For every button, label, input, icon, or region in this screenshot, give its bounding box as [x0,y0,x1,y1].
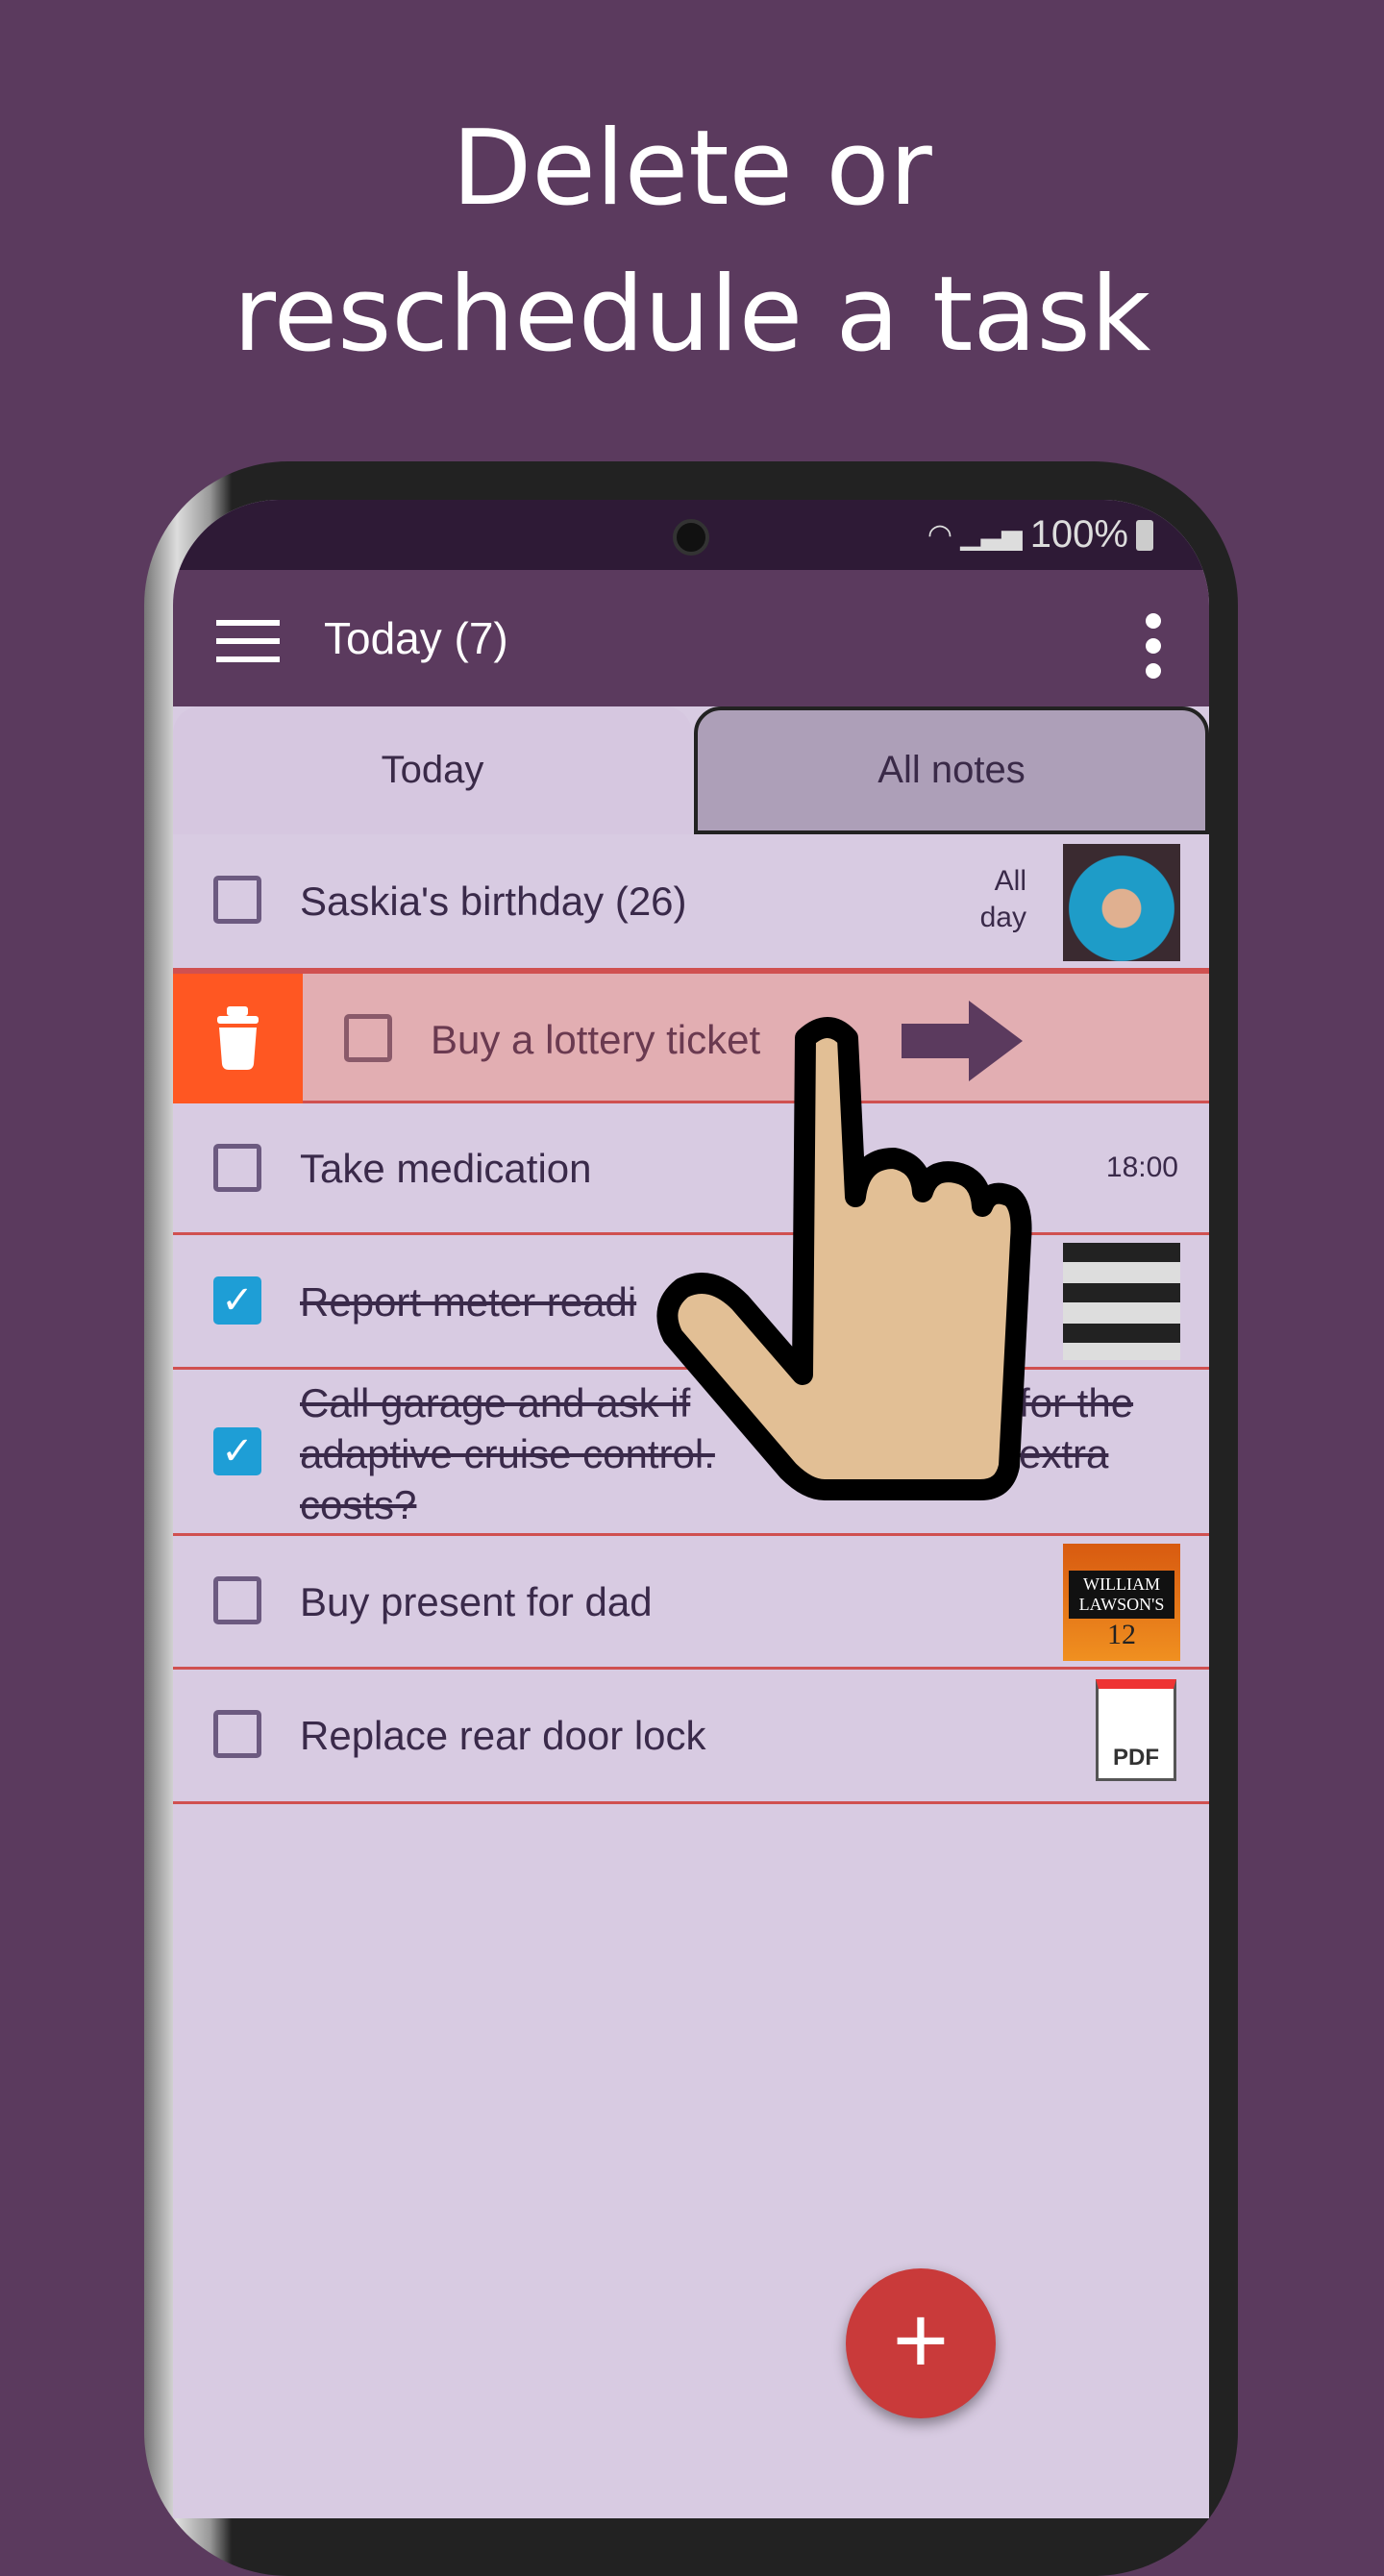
task-text-line1a: Call garage and ask if [300,1380,691,1425]
task-time: 18:00 [1105,1152,1178,1183]
whisky-photo-thumbnail[interactable]: WILLIAM LAWSON'S 12 [1063,1544,1180,1661]
task-row[interactable]: ✓ Call garage and ask if for the adaptiv… [173,1370,1209,1536]
add-icon: + [892,2287,950,2394]
task-text: Buy a lottery ticket [431,1017,761,1062]
tab-all-notes[interactable]: All notes [694,706,1209,834]
pdf-icon[interactable]: PDF [1096,1679,1176,1781]
task-text: Buy present for dad [300,1579,653,1624]
hamburger-icon[interactable] [216,620,280,662]
wifi-icon: ◠ [927,519,953,551]
task-time: All day [979,865,1026,933]
arrow-right-icon[interactable] [902,1001,1023,1081]
task-row[interactable]: Buy present for dad WILLIAM LAWSON'S 12 [173,1536,1209,1670]
add-task-button[interactable]: + [846,2268,996,2418]
task-text-line2a: adaptive cruise control. [300,1431,715,1476]
status-bar: ◠ ▁▃▅ 100% [173,500,1209,570]
app-title: Today (7) [324,613,508,663]
headline: Delete or reschedule a task [0,96,1384,388]
task-text-line3: costs? [300,1482,417,1527]
task-checkbox[interactable] [213,1144,261,1192]
task-row-swiping[interactable]: Buy a lottery ticket [173,971,1209,1103]
tab-today[interactable]: Today [173,706,692,834]
task-text-line1b: for the [1019,1380,1134,1425]
task-row[interactable]: Take medication 18:00 [173,1103,1209,1235]
battery-icon [1136,519,1153,551]
task-checkbox-checked[interactable]: ✓ [213,1276,261,1325]
trash-icon [217,1006,259,1070]
task-row[interactable]: ✓ Report meter readi [173,1235,1209,1370]
camera-icon [673,519,709,556]
meter-photo-thumbnail[interactable] [1063,1243,1180,1360]
task-checkbox[interactable] [213,1710,261,1758]
task-checkbox-checked[interactable]: ✓ [213,1427,261,1475]
signal-icon: ▁▃▅ [960,520,1023,550]
task-text: Take medication [300,1146,592,1191]
app-bar: Today (7) [173,570,1209,706]
headline-line1: Delete or [452,109,932,229]
photo-thumbnail[interactable] [1063,844,1180,961]
headline-line2: reschedule a task [233,255,1151,375]
task-checkbox[interactable] [344,1014,392,1062]
delete-button[interactable] [173,974,303,1103]
more-vert-icon[interactable] [1146,613,1161,679]
phone-screen: ◠ ▁▃▅ 100% Today (7) Today All notes Sas… [173,500,1209,2518]
battery-text: 100% [1029,513,1128,556]
task-text-line2b: extra [1019,1431,1109,1476]
task-text: Saskia's birthday (26) [300,879,687,924]
task-row[interactable]: Replace rear door lock PDF [173,1670,1209,1804]
task-text: Report meter readi [300,1279,637,1325]
task-checkbox[interactable] [213,1576,261,1624]
task-checkbox[interactable] [213,876,261,924]
task-text: Replace rear door lock [300,1713,706,1758]
task-row[interactable]: Saskia's birthday (26) All day [173,834,1209,971]
